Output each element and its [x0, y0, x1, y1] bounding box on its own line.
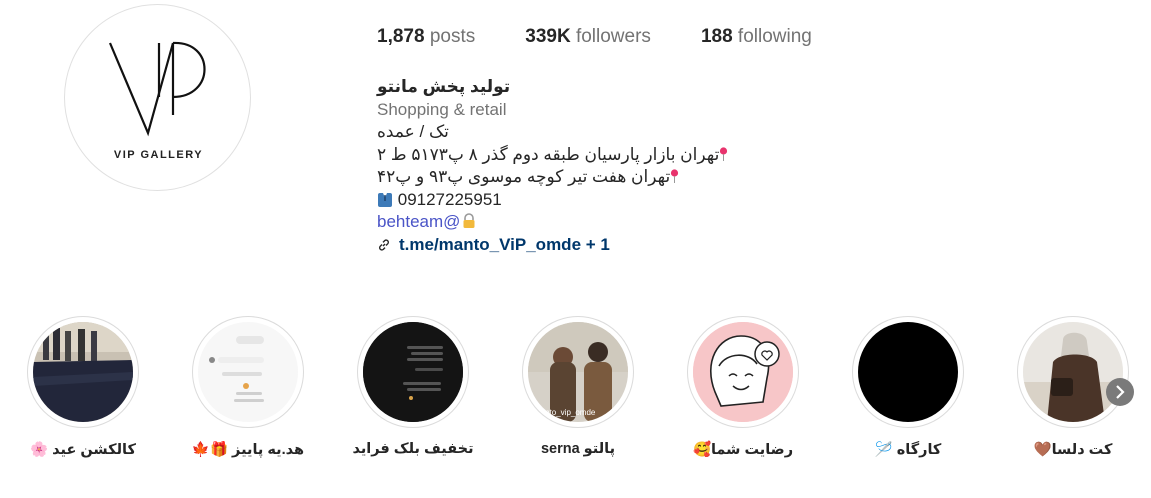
chevron-right-icon[interactable] [1106, 378, 1134, 406]
highlight-thumbnail [693, 322, 793, 422]
bio-link[interactable]: t.me/manto_ViP_omde + 1 [377, 234, 797, 257]
bio-address-1: تهران بازار پارسیان طبقه دوم گذر ۸ پ۵۱۷۳… [377, 144, 720, 164]
bio-line-1: تک / عمده [377, 122, 449, 141]
bio-link-text: t.me/manto_ViP_omde + 1 [399, 234, 610, 254]
highlight-label: رضایت شما🥰 [692, 442, 794, 458]
highlight-label: کارگاه 🪡 [874, 442, 942, 458]
highlight-label: پالتو serna [540, 441, 616, 457]
profile-stats: 1,878 posts 339K followers 188 following [377, 26, 862, 50]
highlight-item[interactable]: تخفیف بلک فراید [352, 316, 474, 466]
profile-category: Shopping & retail [377, 99, 507, 119]
highlight-ring [1017, 316, 1129, 428]
bio-mention[interactable]: behteam@ [377, 212, 460, 231]
highlight-ring [852, 316, 964, 428]
bio-line-3: تهران هفت تیر کوچه موسوی پ۹۳ و پ۴۲ [377, 166, 797, 189]
highlight-ring: manto_vip_omde [522, 316, 634, 428]
highlight-item[interactable]: کالکشن عید 🌸 [25, 316, 141, 466]
vip-gallery-logo: VIP GALLERY [108, 41, 206, 161]
bio-line-5: behteam@ [377, 211, 797, 234]
highlight-overlay-text: manto_vip_omde [534, 408, 596, 417]
highlight-ring [192, 316, 304, 428]
following-count: 188 [700, 26, 733, 47]
following-stat[interactable]: 188 following [701, 26, 812, 50]
highlight-thumbnail: manto_vip_omde [528, 322, 628, 422]
person-suit-icon [378, 192, 392, 207]
highlight-item[interactable]: رضایت شما🥰 [685, 316, 801, 466]
bio-line-4: 09127225951 [377, 189, 797, 212]
highlight-item[interactable]: هد.یه پاییز 🎁🍁 [190, 316, 306, 466]
lock-icon [463, 213, 475, 228]
profile-bio: تولید پخش مانتو Shopping & retail تک / ع… [377, 76, 797, 256]
highlight-label: کالکشن عید 🌸 [30, 442, 136, 458]
round-pushpin-icon [720, 146, 728, 161]
highlight-item[interactable]: کارگاه 🪡 [850, 316, 966, 466]
posts-count: 1,878 [377, 26, 425, 47]
highlight-thumbnail [198, 322, 298, 422]
highlight-label: هد.یه پاییز 🎁🍁 [191, 442, 305, 458]
chain-link-icon [379, 239, 389, 251]
following-label: following [737, 26, 812, 47]
round-pushpin-icon [671, 169, 679, 183]
bio-address-2: تهران هفت تیر کوچه موسوی پ۹۳ و پ۴۲ [377, 167, 671, 186]
highlight-label: کت دلسا🤎 [1033, 442, 1113, 458]
profile-name: تولید پخش مانتو [377, 77, 511, 96]
highlight-thumbnail [363, 322, 463, 422]
followers-stat[interactable]: 339K followers [525, 26, 651, 50]
highlight-ring [687, 316, 799, 428]
highlight-thumbnail [858, 322, 958, 422]
highlight-label: تخفیف بلک فراید [352, 441, 474, 457]
highlight-ring [27, 316, 139, 428]
posts-label: posts [429, 26, 476, 47]
profile-avatar[interactable]: VIP GALLERY [64, 4, 251, 191]
followers-count: 339K [525, 26, 571, 47]
highlight-thumbnail [33, 322, 133, 422]
bio-phone: 09127225951 [397, 189, 502, 209]
bio-line-2: تهران بازار پارسیان طبقه دوم گذر ۸ پ۵۱۷۳… [377, 144, 797, 167]
highlight-item[interactable]: manto_vip_omde پالتو serna [520, 316, 636, 466]
logo-text: VIP GALLERY [114, 149, 203, 161]
highlight-ring [357, 316, 469, 428]
highlight-thumbnail [1023, 322, 1123, 422]
followers-label: followers [575, 26, 651, 47]
posts-stat: 1,878 posts [377, 26, 475, 50]
